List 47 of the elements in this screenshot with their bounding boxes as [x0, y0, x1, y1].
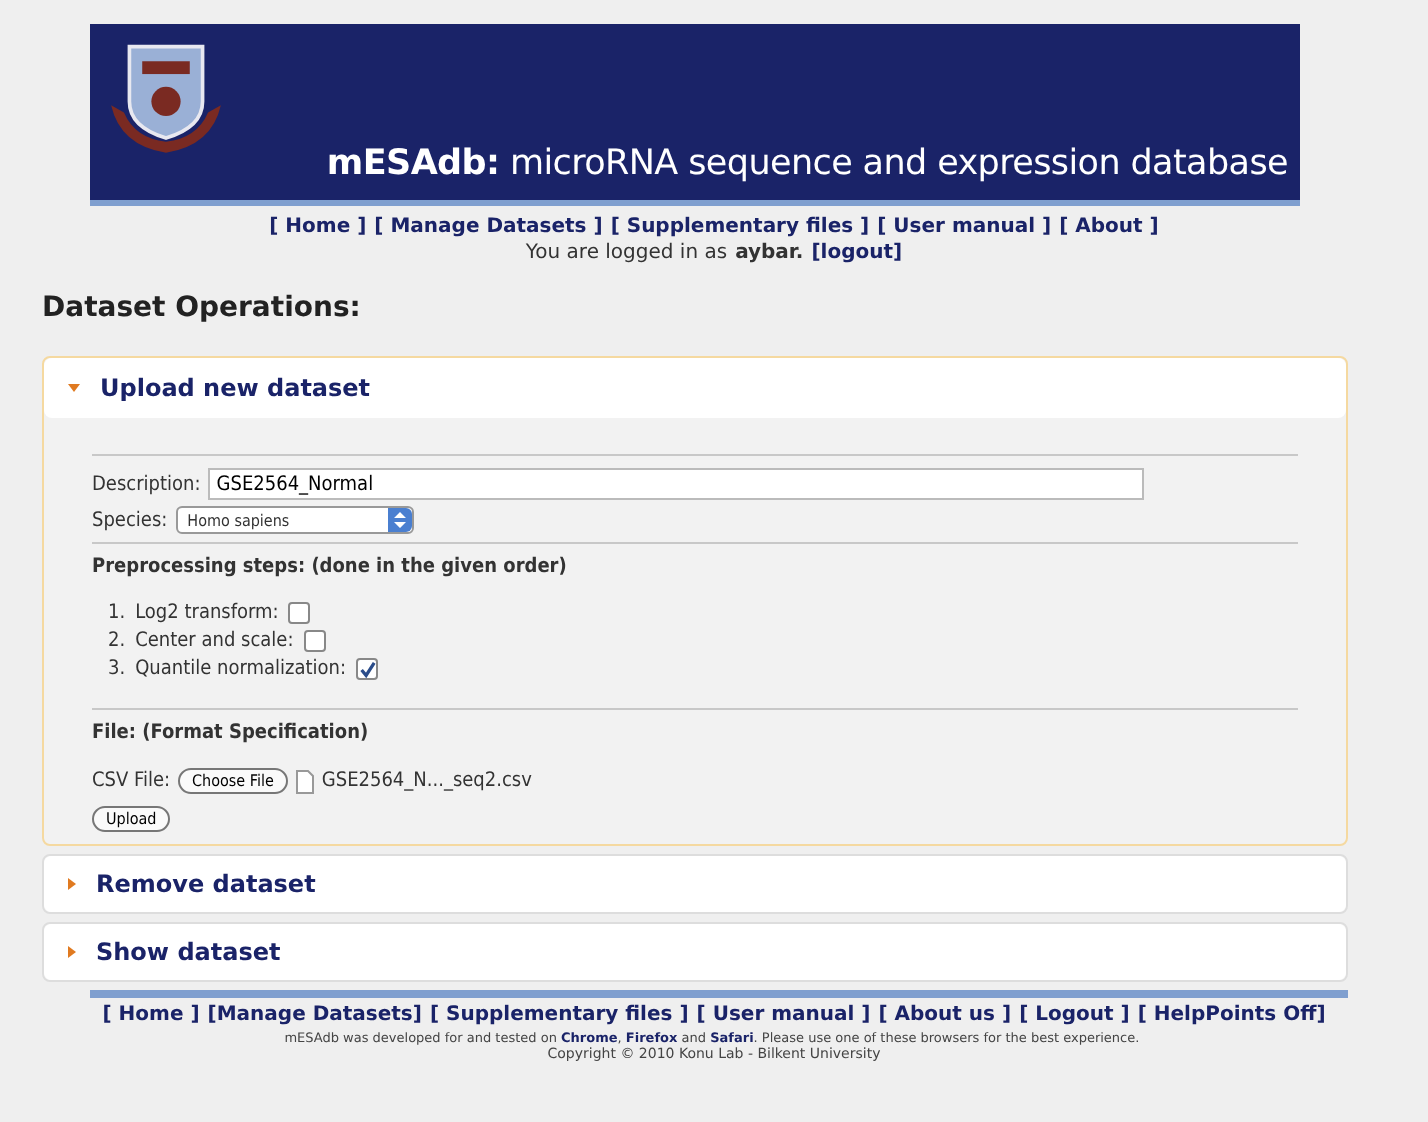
accordion-title: Show dataset — [96, 938, 281, 966]
nav-link[interactable]: [ Home ] — [269, 216, 367, 238]
footer-link[interactable]: [ About us ] — [878, 1004, 1012, 1026]
checkbox[interactable] — [288, 602, 311, 624]
caret-icon — [68, 384, 80, 392]
step-label: Log2 transform: — [135, 602, 279, 624]
page-heading: Dataset Operations: — [42, 292, 363, 324]
footer-link[interactable]: [ Home ] — [102, 1004, 200, 1026]
caret-icon — [68, 878, 76, 890]
step-number: 2. — [108, 630, 126, 652]
choose-file-button[interactable]: Choose File — [178, 768, 288, 794]
accordion-header[interactable]: Show dataset — [44, 924, 1346, 980]
accordion-header[interactable]: Upload new dataset — [44, 358, 1346, 418]
login-text: You are logged in as — [525, 242, 728, 264]
step-number: 3. — [108, 658, 126, 680]
stepper-icon — [387, 508, 412, 532]
nav-link[interactable]: [ Manage Datasets ] — [374, 216, 603, 238]
site-title: mESAdb: microRNA sequence and expression database — [326, 144, 1288, 184]
document-icon — [295, 769, 314, 793]
csv-label: CSV File: — [92, 770, 171, 792]
footer-link[interactable]: [ Supplementary files ] — [429, 1004, 689, 1026]
accordion-title: Upload new dataset — [100, 374, 371, 402]
upload-button[interactable]: Upload — [92, 806, 171, 832]
footer-link[interactable]: [ HelpPoints Off] — [1137, 1004, 1326, 1026]
checkbox[interactable] — [303, 630, 326, 652]
file-name: GSE2564_N..._seq2.csv — [321, 770, 532, 792]
username: aybar. — [735, 242, 804, 264]
logout-link[interactable]: [logout] — [811, 242, 903, 264]
footer-link[interactable]: [ User manual ] — [696, 1004, 871, 1026]
caret-icon — [68, 946, 76, 958]
accordion-header[interactable]: Remove dataset — [44, 856, 1346, 912]
description-field[interactable]: GSE2564_Normal — [208, 468, 1145, 500]
step-number: 1. — [108, 602, 126, 624]
footer-link[interactable]: [Manage Datasets] — [207, 1004, 422, 1026]
species-dropdown[interactable]: Homo sapiens — [175, 506, 414, 534]
nav-link[interactable]: [ About ] — [1059, 216, 1159, 238]
accordion-title: Remove dataset — [96, 870, 316, 898]
step-label: Center and scale: — [135, 630, 294, 652]
checkbox[interactable] — [356, 658, 379, 680]
step-label: Quantile normalization: — [135, 658, 347, 680]
footer-link[interactable]: [ Logout ] — [1019, 1004, 1130, 1026]
nav-link[interactable]: [ Supplementary files ] — [610, 216, 870, 238]
species-label: Species: — [92, 509, 168, 531]
steps-heading: Preprocessing steps: (done in the given order) — [92, 556, 569, 578]
file-heading: File: (Format Specification) — [92, 722, 371, 744]
nav-link[interactable]: [ User manual ] — [877, 216, 1052, 238]
description-label: Description: — [92, 473, 201, 495]
